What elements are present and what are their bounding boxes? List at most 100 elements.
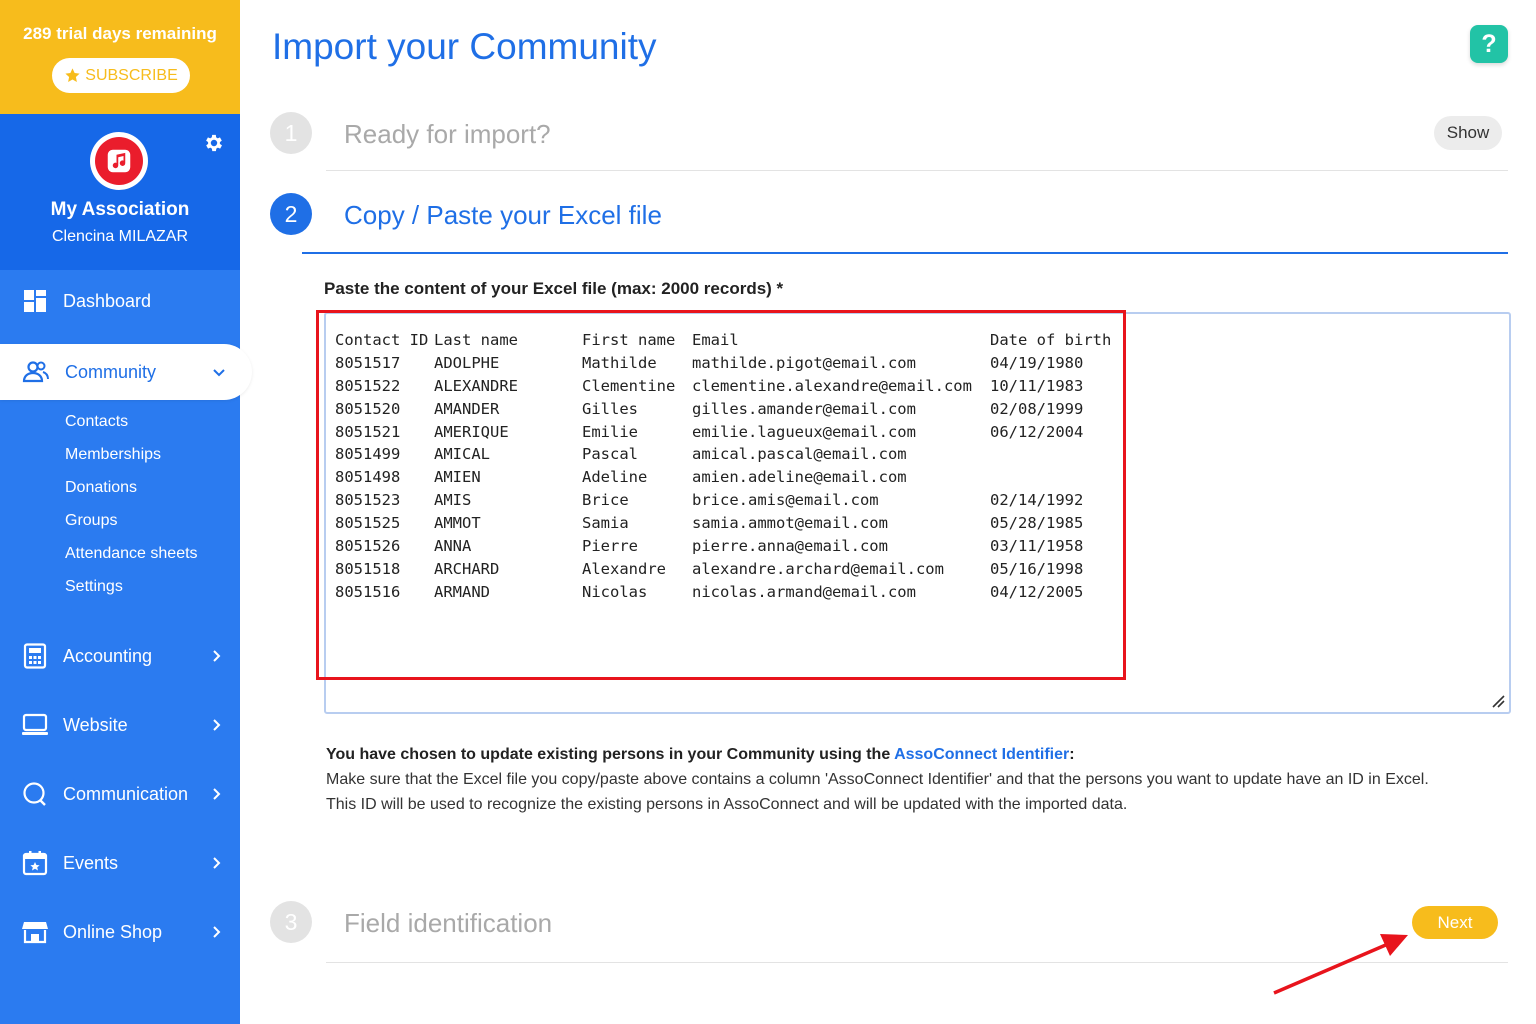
assoconnect-identifier-link[interactable]: AssoConnect Identifier: [894, 746, 1069, 763]
table-cell: 8051526: [335, 537, 401, 556]
table-cell: samia.ammot@email.com: [692, 514, 888, 533]
subscribe-label: SUBSCRIBE: [85, 66, 178, 84]
table-cell: Emilie: [582, 422, 638, 441]
help-button[interactable]: ?: [1470, 25, 1508, 63]
table-cell: 8051525: [335, 514, 401, 533]
step-3-title: Field identification: [344, 908, 553, 938]
info-lead: You have chosen to update existing perso…: [326, 746, 895, 763]
nav-community-label: Community: [65, 361, 157, 382]
show-button[interactable]: Show: [1434, 116, 1502, 150]
table-cell: Adeline: [582, 468, 648, 487]
pasted-header-cell: Contact ID: [335, 331, 429, 349]
nav-community[interactable]: Community: [0, 344, 252, 400]
nav-online-shop[interactable]: Online Shop: [0, 908, 240, 956]
music-note-icon: [107, 149, 131, 173]
table-cell: Pierre: [582, 537, 638, 556]
online-shop-icon: [22, 919, 48, 945]
table-cell: amien.adeline@email.com: [692, 468, 907, 487]
trial-days-text: 289 trial days remaining: [23, 24, 217, 43]
table-cell: 02/14/1992: [990, 491, 1084, 510]
association-panel: My Association Clencina MILAZAR: [0, 114, 240, 270]
table-cell: 8051523: [335, 491, 401, 510]
table-cell: AMICAL: [434, 445, 490, 464]
table-cell: 8051516: [335, 582, 401, 601]
website-icon: [22, 712, 48, 738]
communication-icon: [22, 781, 48, 807]
pasted-header-cell: Date of birth: [990, 331, 1112, 349]
table-cell: AMERIQUE: [434, 422, 509, 441]
table-cell: 02/08/1999: [990, 399, 1084, 418]
table-cell: 8051520: [335, 399, 401, 418]
table-cell: Alexandre: [582, 559, 666, 578]
table-cell: AMANDER: [434, 399, 500, 418]
chevron-right-icon: [213, 926, 221, 938]
table-cell: nicolas.armand@email.com: [692, 582, 916, 601]
table-cell: AMIS: [434, 491, 472, 510]
chevron-right-icon: [213, 788, 221, 800]
chevron-down-icon: [213, 369, 225, 377]
community-icon: [22, 361, 49, 383]
step-2-title: Copy / Paste your Excel file: [344, 200, 662, 230]
arrow-annotation: [1273, 934, 1408, 995]
sidebar: 289 trial days remaining SUBSCRIBE My As…: [0, 0, 252, 1024]
star-icon: [65, 68, 80, 82]
pasted-header-cell: Email: [692, 331, 739, 349]
info-line-2: This ID will be used to recognize the ex…: [326, 796, 1128, 813]
table-cell: 8051521: [335, 422, 401, 441]
nav-communication[interactable]: Communication: [0, 770, 240, 818]
step-1-number: 1: [270, 112, 312, 154]
table-cell: gilles.amander@email.com: [692, 399, 916, 418]
nav-sub-contacts[interactable]: Contacts: [65, 413, 128, 431]
table-cell: 04/19/1980: [990, 353, 1084, 372]
table-cell: clementine.alexandre@email.com: [692, 376, 972, 395]
excel-paste-textarea[interactable]: [324, 312, 1511, 714]
next-button[interactable]: Next: [1412, 906, 1498, 939]
nav-online-shop-label: Online Shop: [63, 921, 163, 942]
nav-events[interactable]: Events: [0, 839, 240, 887]
table-cell: 10/11/1983: [990, 376, 1084, 395]
table-cell: 06/12/2004: [990, 422, 1084, 441]
trial-banner: 289 trial days remaining SUBSCRIBE: [0, 0, 240, 114]
step-1-title[interactable]: Ready for import?: [344, 119, 551, 150]
table-cell: pierre.anna@email.com: [692, 537, 888, 556]
table-cell: 04/12/2005: [990, 582, 1084, 601]
info-line-1: Make sure that the Excel file you copy/p…: [326, 771, 1429, 788]
resize-handle-icon[interactable]: [1491, 694, 1505, 708]
nav-website[interactable]: Website: [0, 701, 240, 749]
table-cell: Brice: [582, 491, 629, 510]
nav-sub-donations[interactable]: Donations: [65, 479, 137, 497]
events-icon: [22, 850, 48, 876]
nav-communication-label: Communication: [63, 783, 189, 804]
nav-dashboard[interactable]: Dashboard: [0, 277, 240, 325]
table-cell: Mathilde: [582, 353, 657, 372]
table-cell: 8051499: [335, 445, 401, 464]
table-cell: ALEXANDRE: [434, 376, 518, 395]
table-cell: ARMAND: [434, 582, 490, 601]
table-cell: 05/28/1985: [990, 514, 1084, 533]
association-logo[interactable]: [90, 132, 148, 190]
nav-sub-memberships[interactable]: Memberships: [65, 446, 161, 464]
nav-sub-attendance-sheets[interactable]: Attendance sheets: [65, 545, 198, 563]
nav-accounting-label: Accounting: [63, 645, 153, 666]
nav-accounting[interactable]: Accounting: [0, 632, 240, 680]
nav-sub-groups[interactable]: Groups: [65, 512, 117, 530]
pasted-header-cell: First name: [582, 331, 676, 349]
nav-dashboard-label: Dashboard: [63, 290, 152, 311]
table-cell: emilie.lagueux@email.com: [692, 422, 916, 441]
table-cell: alexandre.archard@email.com: [692, 559, 944, 578]
nav-website-label: Website: [63, 714, 128, 735]
table-cell: 05/16/1998: [990, 559, 1084, 578]
subscribe-button[interactable]: SUBSCRIBE: [52, 58, 190, 93]
table-cell: ARCHARD: [434, 559, 500, 578]
table-cell: AMMOT: [434, 514, 481, 533]
table-cell: ANNA: [434, 537, 472, 556]
table-cell: AMIEN: [434, 468, 481, 487]
table-cell: ADOLPHE: [434, 353, 500, 372]
table-cell: 8051517: [335, 353, 401, 372]
step-2-divider: [302, 252, 1508, 254]
pasted-header-cell: Last name: [434, 331, 518, 349]
nav-sub-settings[interactable]: Settings: [65, 578, 123, 596]
table-cell: brice.amis@email.com: [692, 491, 879, 510]
table-cell: Samia: [582, 514, 629, 533]
gear-icon[interactable]: [203, 132, 225, 154]
